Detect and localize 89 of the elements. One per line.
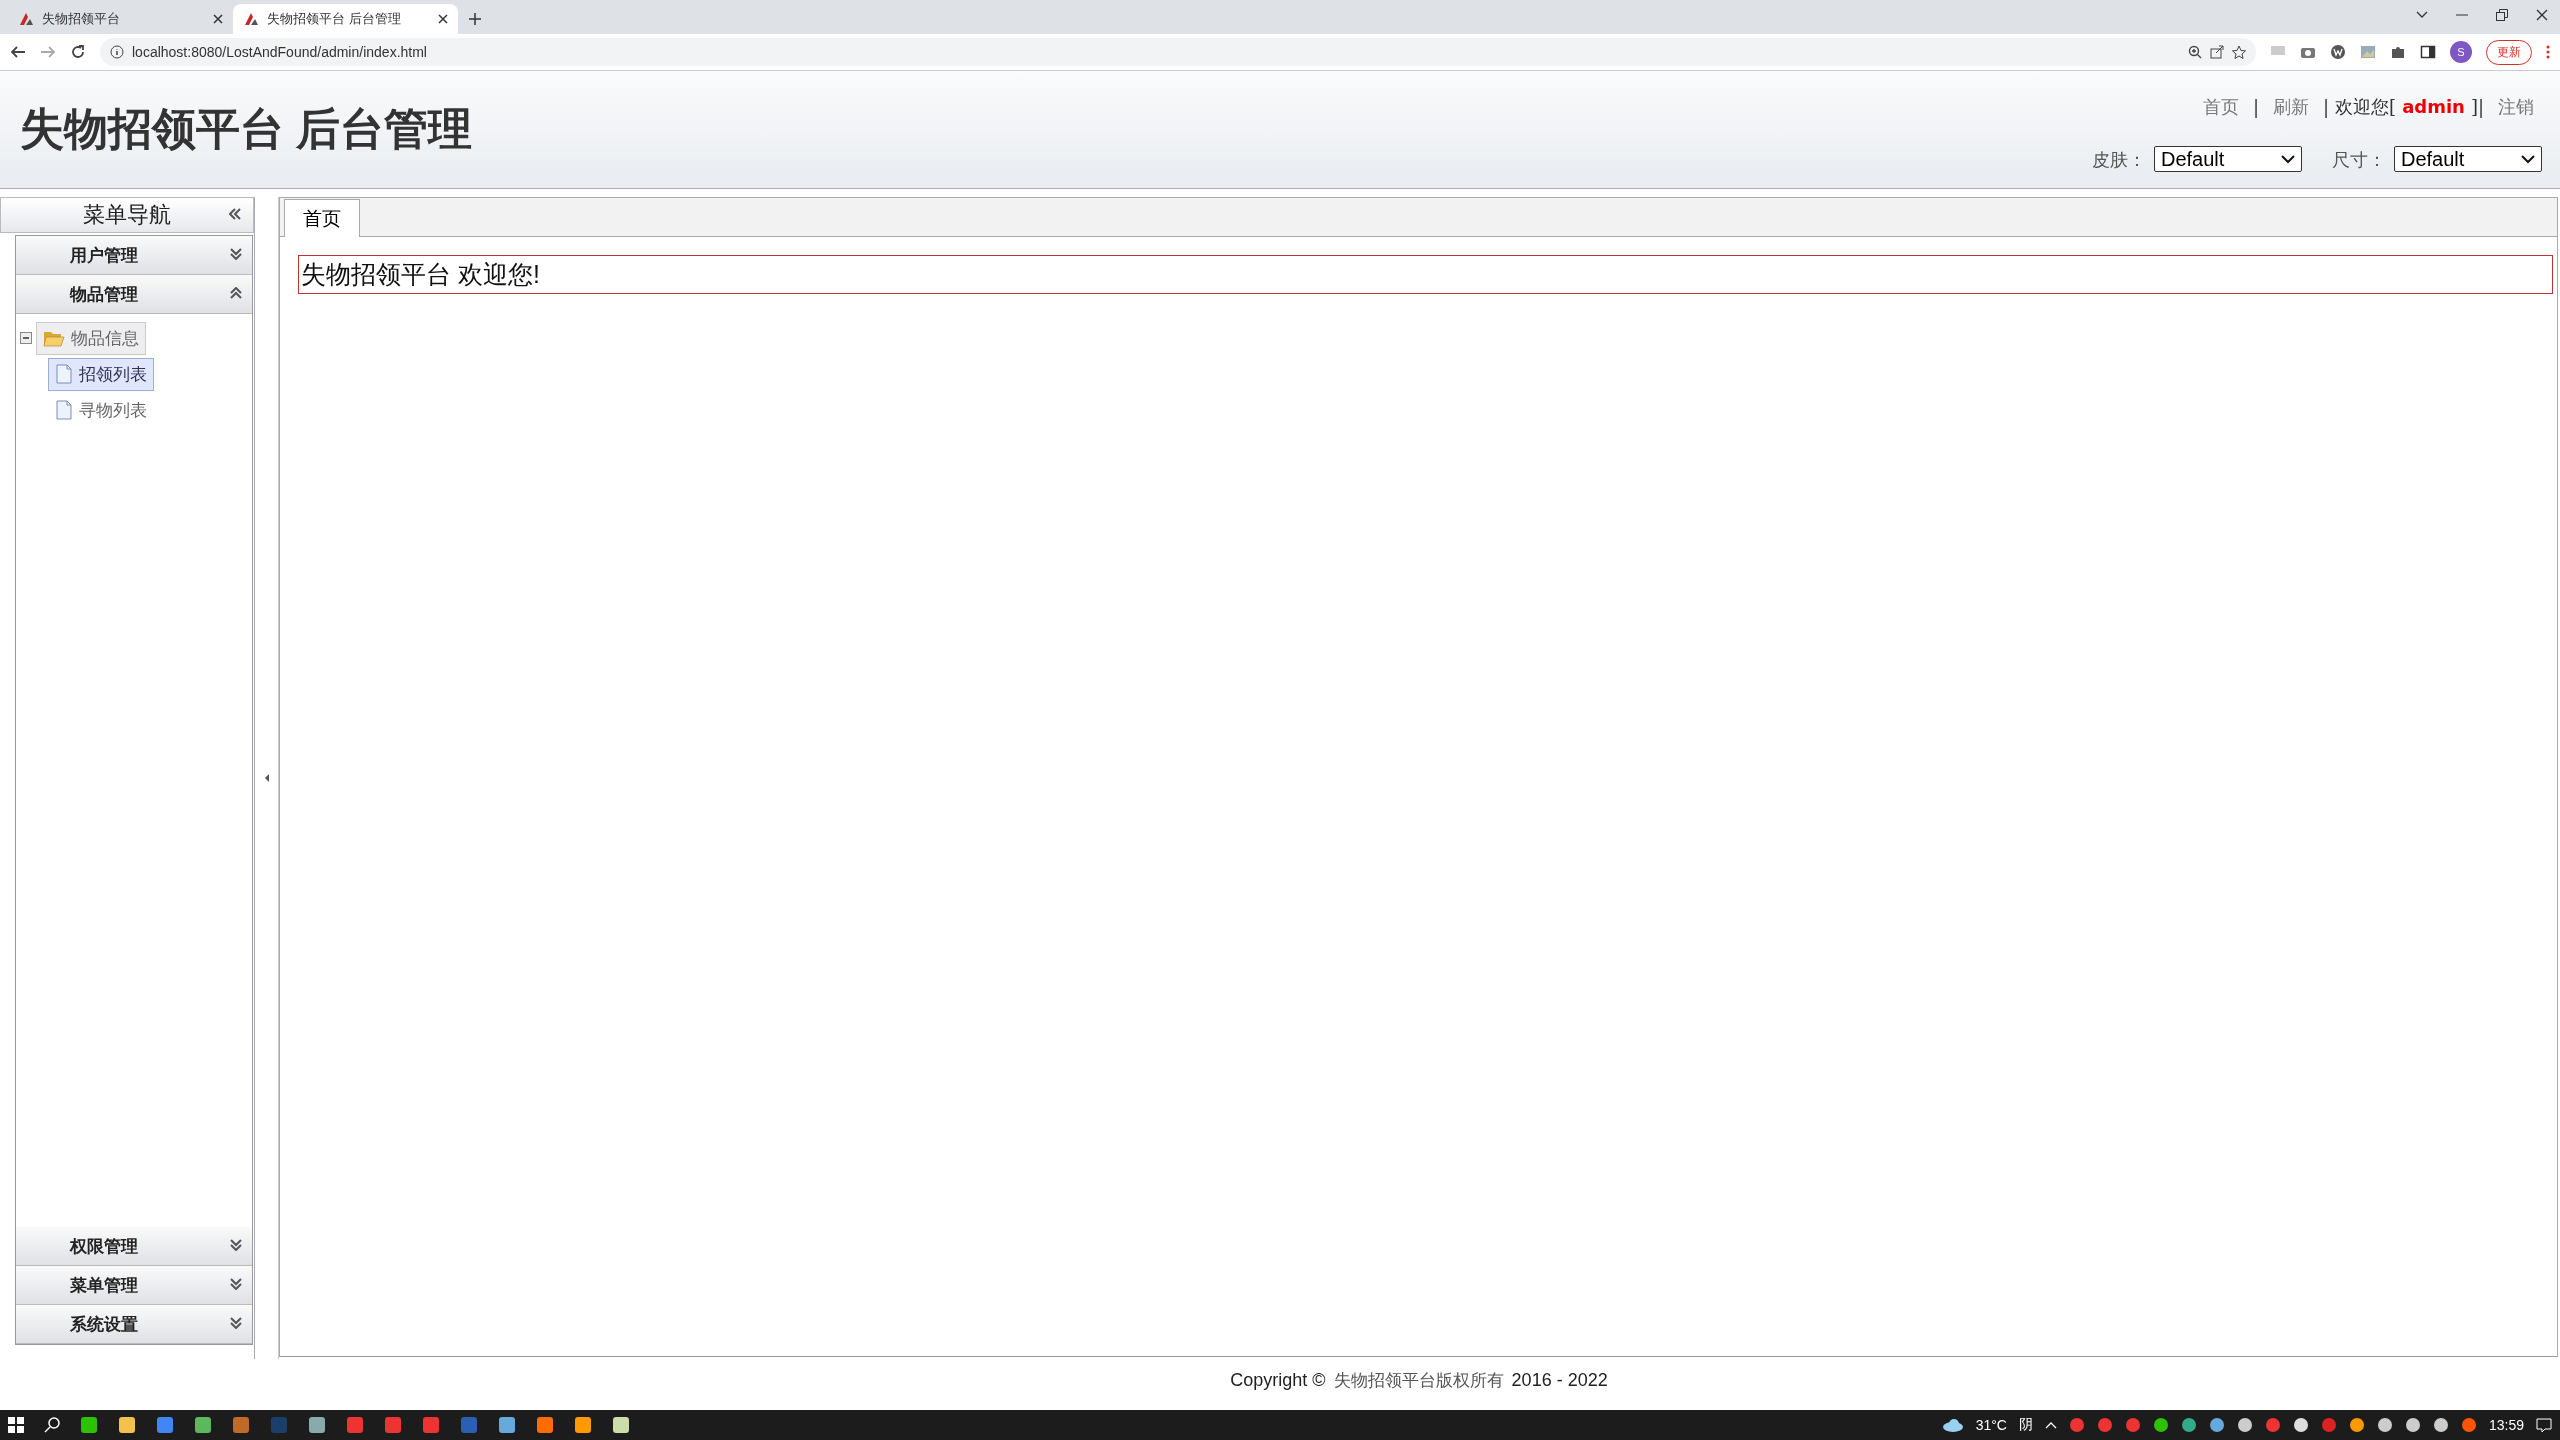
reload-icon[interactable] (70, 44, 86, 60)
app-icon[interactable] (80, 1416, 98, 1434)
welcome-text: 欢迎您[ (2335, 95, 2397, 119)
tray-icon[interactable] (2208, 1417, 2225, 1433)
expand-icon (230, 1278, 242, 1290)
site-title: 失物招领平台 后台管理 (20, 103, 473, 155)
profile-avatar[interactable]: S (2450, 41, 2472, 63)
restore-icon[interactable] (2496, 9, 2508, 21)
tree-item[interactable]: 招领列表 (48, 357, 154, 391)
share-icon[interactable] (2210, 45, 2224, 59)
accordion-header[interactable]: 系统设置 (16, 1305, 252, 1344)
header-link[interactable]: 刷新 (2265, 95, 2317, 119)
back-icon[interactable] (10, 44, 26, 60)
tree-item[interactable]: 寻物列表 (48, 393, 154, 427)
content-tab[interactable]: 首页 (284, 199, 360, 237)
header-link[interactable]: 注销 (2490, 95, 2542, 119)
caret-icon (2521, 154, 2535, 164)
copyright-text: Copyright © (1230, 1369, 1326, 1391)
app-icon[interactable] (574, 1416, 592, 1434)
info-icon (110, 45, 124, 59)
tray-icon[interactable] (2180, 1417, 2197, 1433)
tray-icon[interactable] (2376, 1417, 2393, 1433)
logo-icon (18, 11, 34, 27)
tray-icon[interactable] (2236, 1417, 2253, 1433)
expand-icon (230, 248, 242, 260)
document-icon (55, 364, 73, 384)
expand-icon (230, 1317, 242, 1329)
welcome-message: 失物招领平台 欢迎您! (298, 255, 2553, 294)
app-icon[interactable] (156, 1416, 174, 1434)
cloud-icon (1941, 1418, 1964, 1432)
collapse-icon (230, 287, 242, 299)
tree-folder[interactable]: 物品信息 (36, 321, 146, 355)
document-icon (55, 400, 73, 420)
chevron-up-icon[interactable] (2044, 1421, 2057, 1429)
w-circle-icon[interactable] (2330, 44, 2346, 60)
browser-tab[interactable]: 失物招领平台 后台管理 (233, 4, 458, 34)
separator: | (2252, 96, 2259, 117)
temperature: 31°C (1975, 1417, 2007, 1433)
clock: 13:59 (2488, 1417, 2524, 1433)
username: admin (2402, 96, 2465, 117)
tray-icon[interactable] (2460, 1417, 2477, 1433)
close-icon[interactable] (2536, 9, 2548, 21)
expand-icon (230, 1239, 242, 1251)
accordion-header[interactable]: 用户管理 (16, 236, 252, 275)
new-tab-icon[interactable] (468, 12, 482, 26)
search-icon[interactable] (44, 1417, 60, 1433)
select-label: 皮肤： (2092, 148, 2146, 170)
copyright-years: 2016 - 2022 (1511, 1369, 1608, 1391)
zoom-icon[interactable] (2188, 45, 2202, 59)
app-icon[interactable] (308, 1416, 326, 1434)
windows-logo-icon[interactable] (8, 1417, 24, 1433)
chevron-down-icon[interactable] (2416, 11, 2428, 19)
collapse-handle-icon[interactable] (263, 773, 270, 783)
address-bar[interactable]: localhost:8080/LostAndFound/admin/index.html (100, 38, 2256, 66)
accordion-header[interactable]: 菜单管理 (16, 1266, 252, 1305)
tray-icon[interactable] (2432, 1417, 2449, 1433)
app-icon[interactable] (118, 1416, 136, 1434)
open-folder-icon (43, 329, 65, 347)
welcome-text: ]| (2470, 96, 2484, 117)
tray-icon[interactable] (2404, 1417, 2421, 1433)
tray-icon[interactable] (2292, 1417, 2309, 1433)
select-label: 尺寸： (2332, 148, 2386, 170)
app-icon[interactable] (536, 1416, 554, 1434)
update-button[interactable]: 更新 (2486, 39, 2532, 65)
close-icon[interactable] (213, 14, 223, 24)
collapse-box-icon[interactable] (20, 332, 32, 344)
app-icon[interactable] (194, 1416, 212, 1434)
more-icon[interactable] (2546, 45, 2550, 59)
app-icon[interactable] (612, 1416, 630, 1434)
panel-title: 菜单导航 (83, 201, 171, 229)
collapse-icon[interactable] (229, 208, 241, 220)
header-link[interactable]: 首页 (2194, 95, 2247, 119)
app-icon[interactable] (498, 1416, 516, 1434)
accordion-header[interactable]: 权限管理 (16, 1227, 252, 1266)
copyright-owner: 失物招领平台版权所有 (1333, 1368, 1504, 1392)
dropdown[interactable]: Default (2394, 146, 2542, 172)
caret-icon (2281, 154, 2295, 164)
tray-icon[interactable] (2152, 1417, 2169, 1433)
close-icon[interactable] (438, 14, 448, 24)
dropdown[interactable]: Default (2154, 146, 2302, 172)
star-icon[interactable] (2232, 45, 2246, 59)
weather-condition: 阴 (2018, 1416, 2033, 1434)
accordion-header[interactable]: 物品管理 (16, 275, 252, 314)
sidebar-icon[interactable] (2420, 44, 2436, 60)
tray-icon[interactable] (2348, 1417, 2365, 1433)
logo-icon (243, 11, 259, 27)
browser-tab[interactable]: 失物招领平台 (8, 4, 233, 34)
separator: | (2323, 96, 2330, 117)
notification-icon[interactable] (2536, 1417, 2552, 1433)
